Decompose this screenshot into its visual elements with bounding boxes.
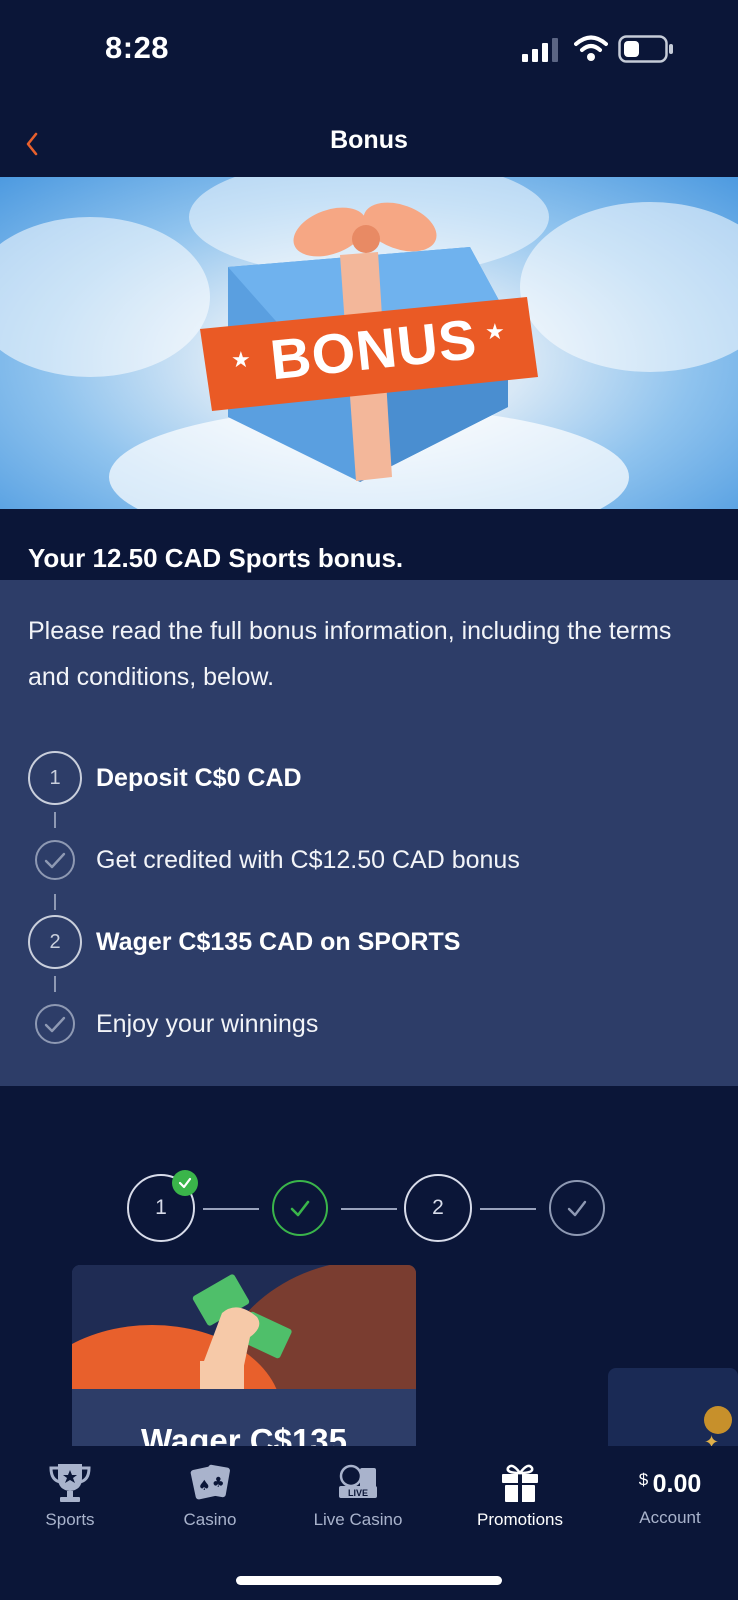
bonus-heading: Your 12.50 CAD Sports bonus. [28,543,404,573]
svg-text:♠: ♠ [198,1478,211,1494]
svg-text:LIVE: LIVE [348,1488,368,1498]
tracker-connector [341,1208,397,1210]
bonus-step: 2 Wager C$135 CAD on SPORTS [0,914,738,970]
wager-card[interactable]: Wager C$135 [72,1265,416,1455]
signal-icon [522,38,558,62]
bonus-banner: ★ ★ BONUS [0,177,738,509]
wager-card-illustration [72,1265,416,1389]
tracker-step-label: 1 [155,1196,167,1219]
account-balance: $ 0.00 [612,1470,728,1499]
tracker-connector [203,1208,259,1210]
svg-text:♣: ♣ [212,1475,225,1491]
check-icon [35,840,75,880]
completed-badge-icon [172,1170,198,1196]
nav-label: Promotions [477,1510,563,1529]
tracker-step-2 [272,1180,328,1236]
tracker-step-label: 2 [432,1196,444,1219]
check-icon [567,1200,587,1217]
bonus-info-panel: Please read the full bonus information, … [0,580,738,1086]
check-icon [290,1200,310,1217]
nav-live-casino[interactable]: LIVE Live Casino [300,1446,416,1556]
step-label: Wager C$135 CAD on SPORTS [96,928,461,956]
step-label: Deposit C$0 CAD [96,764,302,792]
status-bar: 8:28 [0,0,738,100]
nav-label: Account [639,1508,701,1527]
svg-text:★: ★ [231,347,251,372]
header: Bonus [0,112,738,172]
bonus-progress-tracker: 1 2 [0,1170,738,1242]
bonus-step: 1 Deposit C$0 CAD [0,750,738,806]
step-connector [54,976,56,992]
nav-label: Sports [45,1510,95,1529]
tracker-step-3: 2 [404,1174,472,1242]
trophy-icon [49,1464,91,1502]
nav-sports[interactable]: Sports [20,1446,120,1556]
tracker-connector [480,1208,536,1210]
nav-promotions[interactable]: Promotions [460,1446,580,1556]
nav-casino[interactable]: ♠ ♣ Casino [160,1446,260,1556]
page-title: Bonus [330,126,408,154]
bonus-step: Enjoy your winnings [0,996,738,1052]
gift-icon [502,1464,538,1502]
step-number-circle: 2 [28,915,82,969]
cards-icon: ♠ ♣ [190,1464,230,1500]
step-label: Enjoy your winnings [96,1010,319,1038]
tracker-step-4 [549,1180,605,1236]
svg-text:★: ★ [485,319,505,344]
bonus-info-text: Please read the full bonus information, … [28,617,672,691]
status-time: 8:28 [105,30,170,65]
battery-icon [618,35,673,63]
account-currency: $ [638,1470,649,1489]
check-icon [35,1004,75,1044]
wifi-icon [574,35,608,61]
step-connector [54,812,56,828]
home-indicator[interactable] [236,1576,502,1585]
nav-label: Casino [183,1510,237,1529]
step-connector [54,894,56,910]
bonus-step: Get credited with C$12.50 CAD bonus [0,832,738,888]
nav-account[interactable]: $ 0.00 Account [612,1446,728,1556]
step-number-circle: 1 [28,751,82,805]
account-amount: 0.00 [652,1470,702,1498]
step-label: Get credited with C$12.50 CAD bonus [96,846,520,874]
nav-label: Live Casino [313,1510,403,1529]
live-casino-icon: LIVE [339,1464,377,1498]
